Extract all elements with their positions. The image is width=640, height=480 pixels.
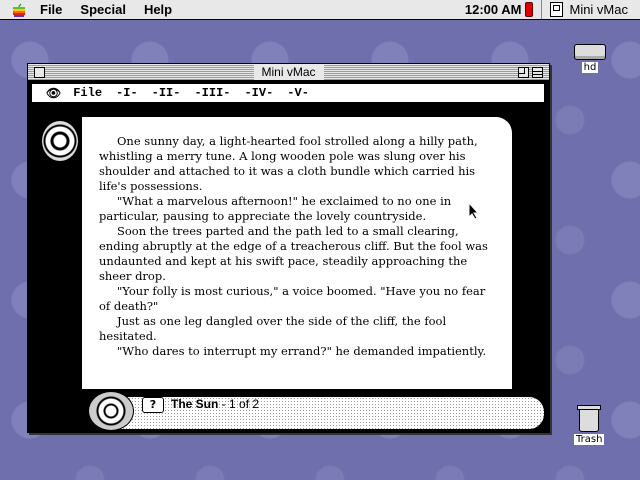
menu-help[interactable]: Help <box>144 2 172 17</box>
menu-divider <box>541 0 543 19</box>
story-paragraph: One sunny day, a light-hearted fool stro… <box>99 134 478 193</box>
close-box-button[interactable] <box>34 67 45 78</box>
story-paragraph: Soon the trees parted and the path led t… <box>99 224 488 283</box>
menu-special[interactable]: Special <box>80 2 126 17</box>
menu-file[interactable]: File <box>40 2 62 17</box>
trash-can[interactable]: Trash <box>574 405 605 445</box>
mini-vmac-window: Mini vMac 👁 File -I- -II- -III- -IV- -V-… <box>27 63 550 433</box>
trash-icon <box>577 405 602 432</box>
bottom-curl-icon <box>88 391 134 431</box>
window-title: Mini vMac <box>253 64 324 80</box>
application-icon[interactable] <box>550 2 564 17</box>
zoom-box-button[interactable] <box>518 67 529 78</box>
help-button[interactable]: ? <box>142 397 164 413</box>
story-paragraph: "What a marvelous afternoon!" he exclaim… <box>99 194 452 223</box>
collapse-box-button[interactable] <box>532 67 543 78</box>
page-indicator: - 1 of 2 <box>218 397 260 411</box>
battery-icon <box>525 2 534 17</box>
app-menu-III[interactable]: -III- <box>194 86 230 100</box>
menu-bar: File Special Help 12:00 AM Mini vMac <box>0 0 640 20</box>
app-menu-II[interactable]: -II- <box>152 86 181 100</box>
hd-label: hd <box>581 62 599 73</box>
app-menu-IV[interactable]: -IV- <box>244 86 273 100</box>
trash-label: Trash <box>574 434 605 445</box>
window-titlebar[interactable]: Mini vMac <box>28 64 549 81</box>
story-paragraph: "Who dares to interrupt my errand?" he d… <box>117 344 487 358</box>
card-name: The Sun <box>171 397 219 411</box>
story-text: One sunny day, a light-hearted fool stro… <box>99 134 494 359</box>
card-title: The Sun - 1 of 2 <box>171 397 259 411</box>
app-menu-bar: 👁 File -I- -II- -III- -IV- -V- <box>32 84 544 102</box>
story-paragraph: "Your folly is most curious," a voice bo… <box>99 284 486 313</box>
apple-icon[interactable] <box>12 2 26 17</box>
mouse-cursor-icon <box>468 202 480 220</box>
eye-icon[interactable]: 👁 <box>46 86 61 101</box>
menu-bar-right: 12:00 AM Mini vMac <box>465 0 640 19</box>
application-menu[interactable]: Mini vMac <box>569 2 628 17</box>
hd-disk-icon[interactable]: hd <box>574 44 606 73</box>
scroll-curl-icon <box>42 121 78 161</box>
app-menu-file[interactable]: File <box>73 86 102 100</box>
app-menu-I[interactable]: -I- <box>116 86 138 100</box>
story-paragraph: Just as one leg dangled over the side of… <box>99 314 447 343</box>
clock[interactable]: 12:00 AM <box>465 2 522 17</box>
app-menu-V[interactable]: -V- <box>287 86 309 100</box>
hard-disk-icon <box>574 44 606 60</box>
scroll-roll <box>34 117 82 412</box>
